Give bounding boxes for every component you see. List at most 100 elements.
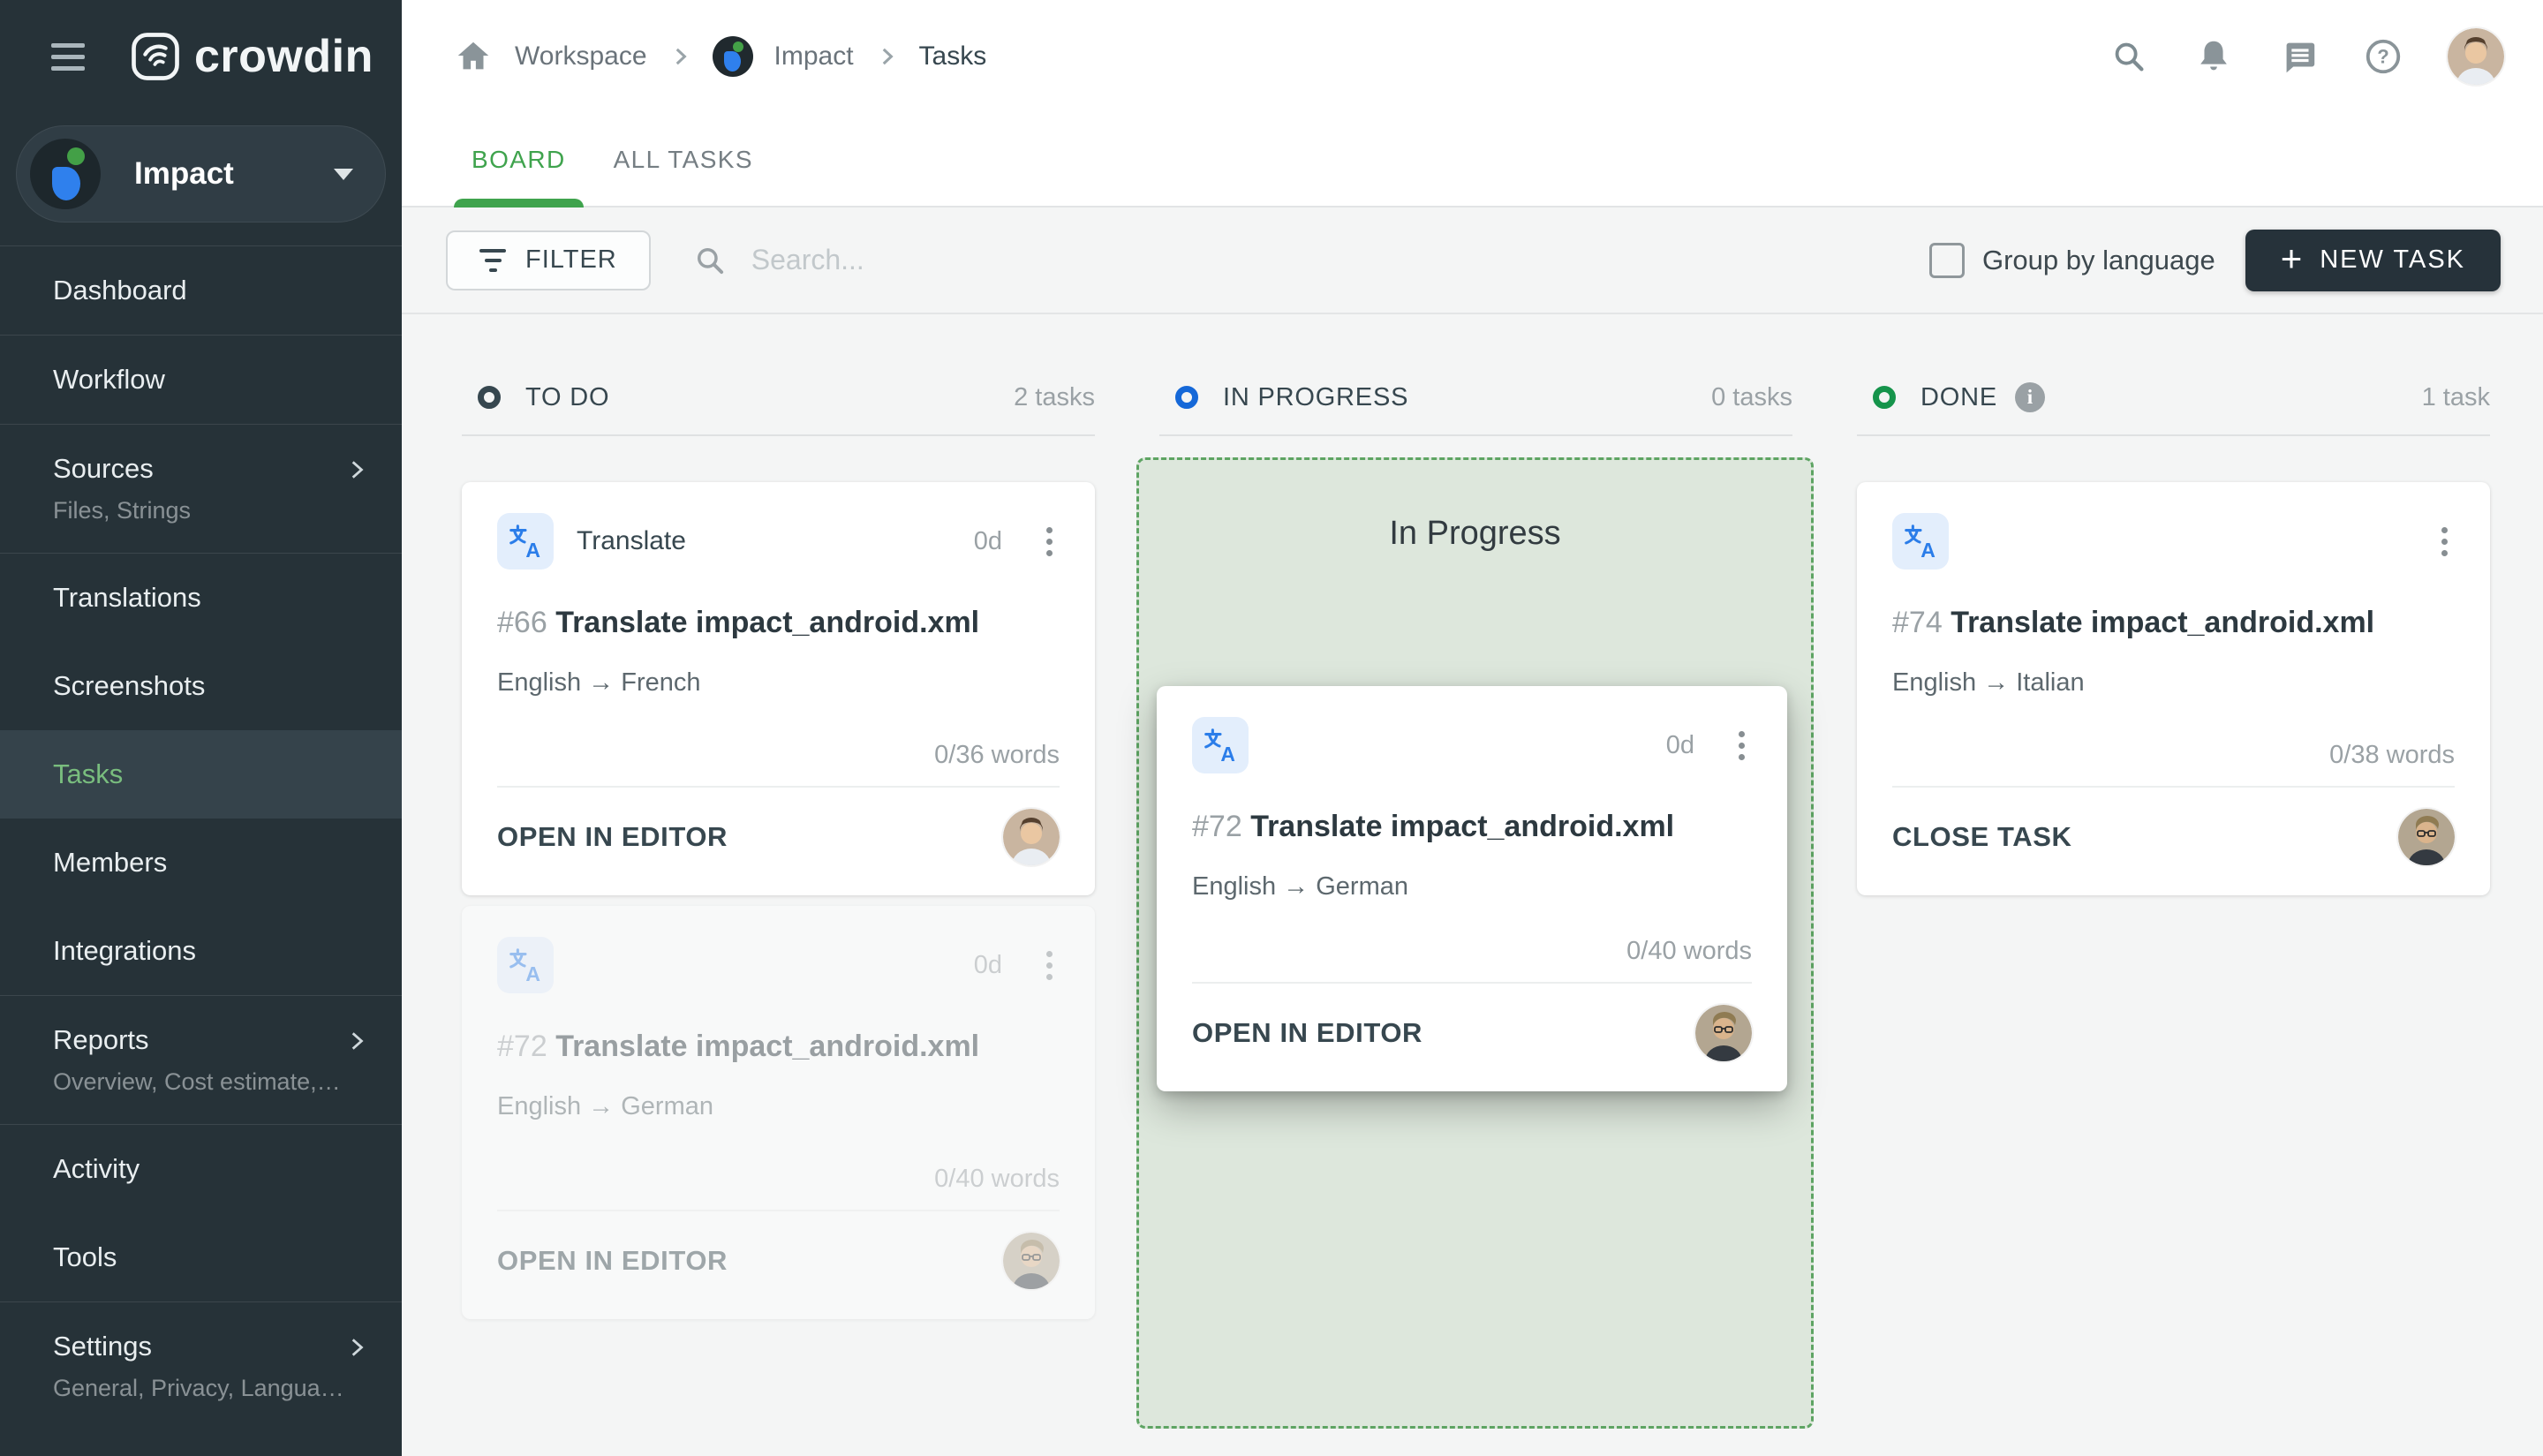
group-by-language-label[interactable]: Group by language	[1982, 245, 2215, 276]
sidebar-item-sources[interactable]: Sources Files, Strings	[0, 425, 402, 553]
project-avatar	[30, 139, 101, 209]
topbar-icons: ?	[2109, 28, 2543, 85]
kebab-menu-icon[interactable]	[1039, 946, 1060, 985]
search-box	[691, 242, 1193, 279]
assignee-avatar[interactable]	[1003, 809, 1060, 865]
sidebar-item-dashboard[interactable]: Dashboard	[0, 246, 402, 335]
sidebar-header: crowdin	[0, 0, 402, 113]
column-done: DONE i 1 task A #74 Translate impact_and…	[1857, 371, 2490, 1456]
sidebar-item-settings-subtitle: General, Privacy, Languages, Q…	[53, 1375, 344, 1401]
task-word-count: 0/38 words	[2329, 741, 2455, 769]
new-task-button[interactable]: + NEW TASK	[2245, 229, 2501, 291]
divider	[462, 434, 1095, 436]
translate-icon: A	[1192, 717, 1249, 773]
sidebar-item-tasks[interactable]: Tasks	[0, 730, 402, 819]
task-card-74[interactable]: A #74 Translate impact_android.xml Engli…	[1857, 482, 2490, 895]
svg-text:A: A	[525, 539, 540, 562]
todo-task-count: 2 tasks	[1014, 382, 1095, 411]
kebab-menu-icon[interactable]	[1732, 726, 1752, 766]
column-in-progress: IN PROGRESS 0 tasks In Progress A 0d #72…	[1136, 371, 1814, 1456]
task-card-66[interactable]: A Translate 0d #66 Translate impact_andr…	[462, 482, 1095, 895]
task-languages: English → Italian	[1892, 668, 2085, 697]
brand-name: crowdin	[194, 31, 374, 82]
project-name: Impact	[134, 156, 234, 191]
svg-text:A: A	[1220, 743, 1235, 766]
column-todo: TO DO 2 tasks A Translate 0d #66 Transla…	[462, 371, 1095, 1456]
in-progress-status-circle-icon	[1175, 386, 1198, 409]
kebab-menu-icon[interactable]	[2434, 522, 2455, 562]
assignee-avatar[interactable]	[1003, 1233, 1060, 1289]
tab-all-tasks[interactable]: ALL TASKS	[608, 113, 758, 206]
assignee-avatar[interactable]	[1695, 1005, 1752, 1061]
search-input[interactable]	[751, 244, 1193, 276]
chevron-right-icon	[882, 48, 894, 65]
sidebar-item-settings[interactable]: Settings General, Privacy, Languages, Q…	[0, 1302, 402, 1430]
due-badge: 0d	[973, 526, 1002, 555]
sidebar-item-tools[interactable]: Tools	[0, 1213, 402, 1301]
hamburger-menu-icon[interactable]	[51, 42, 87, 71]
messages-icon[interactable]	[2278, 36, 2319, 77]
crowdin-tasks-board-page: crowdin Impact Dashboard Workflow Source…	[0, 0, 2543, 1456]
search-icon[interactable]	[2109, 36, 2149, 77]
sidebar: crowdin Impact Dashboard Workflow Source…	[0, 0, 402, 1456]
topbar: Workspace Impact Tasks ?	[402, 0, 2543, 113]
notifications-bell-icon[interactable]	[2193, 36, 2234, 77]
home-icon[interactable]	[453, 36, 494, 77]
task-languages: English → German	[1192, 872, 1408, 901]
help-icon[interactable]: ?	[2363, 36, 2403, 77]
group-by-language-checkbox[interactable]	[1928, 242, 1965, 278]
user-avatar[interactable]	[2448, 28, 2504, 85]
task-card-72-ghost[interactable]: A 0d #72 Translate impact_android.xml En…	[462, 906, 1095, 1319]
task-title: #66 Translate impact_android.xml	[497, 606, 980, 639]
sidebar-item-translations[interactable]: Translations	[0, 554, 402, 642]
breadcrumb: Workspace Impact Tasks	[402, 36, 986, 77]
chevron-right-icon	[351, 1032, 364, 1050]
chevron-down-icon	[334, 168, 353, 180]
crowdin-logo-icon	[132, 33, 179, 80]
task-title: #72 Translate impact_android.xml	[1192, 810, 1675, 843]
column-todo-header: TO DO 2 tasks	[462, 371, 1095, 424]
sidebar-item-integrations[interactable]: Integrations	[0, 907, 402, 995]
svg-text:A: A	[1920, 539, 1936, 562]
open-in-editor-button[interactable]: OPEN IN EDITOR	[1192, 1017, 1422, 1049]
in-progress-dropzone[interactable]: In Progress A 0d #72 Translate impact_an…	[1136, 457, 1814, 1429]
close-task-button[interactable]: CLOSE TASK	[1892, 821, 2072, 853]
filter-button[interactable]: FILTER	[446, 230, 651, 290]
board-toolbar: FILTER Group by language + NEW TASK	[402, 207, 2543, 314]
toolbar-right: Group by language + NEW TASK	[1928, 229, 2501, 291]
open-in-editor-button[interactable]: OPEN IN EDITOR	[497, 821, 728, 853]
crowdin-logo[interactable]: crowdin	[131, 30, 374, 83]
kanban-board: TO DO 2 tasks A Translate 0d #66 Transla…	[402, 314, 2543, 1456]
assignee-avatar[interactable]	[2398, 809, 2455, 865]
open-in-editor-button[interactable]: OPEN IN EDITOR	[497, 1245, 728, 1277]
info-icon[interactable]: i	[2015, 382, 2045, 412]
sidebar-item-reports-subtitle: Overview, Cost estimate, Transl…	[53, 1068, 344, 1095]
column-done-header: DONE i 1 task	[1857, 371, 2490, 424]
due-badge: 0d	[973, 950, 1002, 979]
chevron-right-icon	[351, 461, 364, 479]
task-word-count: 0/36 words	[934, 741, 1060, 769]
svg-text:?: ?	[2377, 46, 2388, 68]
breadcrumb-workspace[interactable]: Workspace	[515, 41, 647, 72]
tab-bar: BOARD ALL TASKS	[402, 113, 2543, 207]
task-word-count: 0/40 words	[1626, 937, 1752, 965]
task-title: #74 Translate impact_android.xml	[1892, 606, 2375, 639]
project-selector[interactable]: Impact	[16, 125, 386, 223]
sidebar-item-members[interactable]: Members	[0, 819, 402, 907]
todo-status-circle-icon	[478, 386, 501, 409]
search-icon	[697, 247, 723, 274]
column-in-progress-header: IN PROGRESS 0 tasks	[1159, 371, 1792, 424]
done-task-count: 1 task	[2421, 382, 2490, 411]
tab-board[interactable]: BOARD	[454, 113, 584, 207]
sidebar-item-reports[interactable]: Reports Overview, Cost estimate, Transl…	[0, 996, 402, 1124]
kebab-menu-icon[interactable]	[1039, 522, 1060, 562]
plus-icon: +	[2280, 237, 2303, 279]
sidebar-item-workflow[interactable]: Workflow	[0, 336, 402, 424]
task-card-72-dragging[interactable]: A 0d #72 Translate impact_android.xml En…	[1157, 686, 1787, 1091]
sidebar-item-screenshots[interactable]: Screenshots	[0, 642, 402, 730]
breadcrumb-project[interactable]: Impact	[774, 41, 854, 72]
filter-icon	[479, 248, 506, 272]
sidebar-item-activity[interactable]: Activity	[0, 1125, 402, 1213]
translate-icon: A	[1892, 513, 1949, 570]
chevron-right-icon	[351, 1339, 364, 1356]
